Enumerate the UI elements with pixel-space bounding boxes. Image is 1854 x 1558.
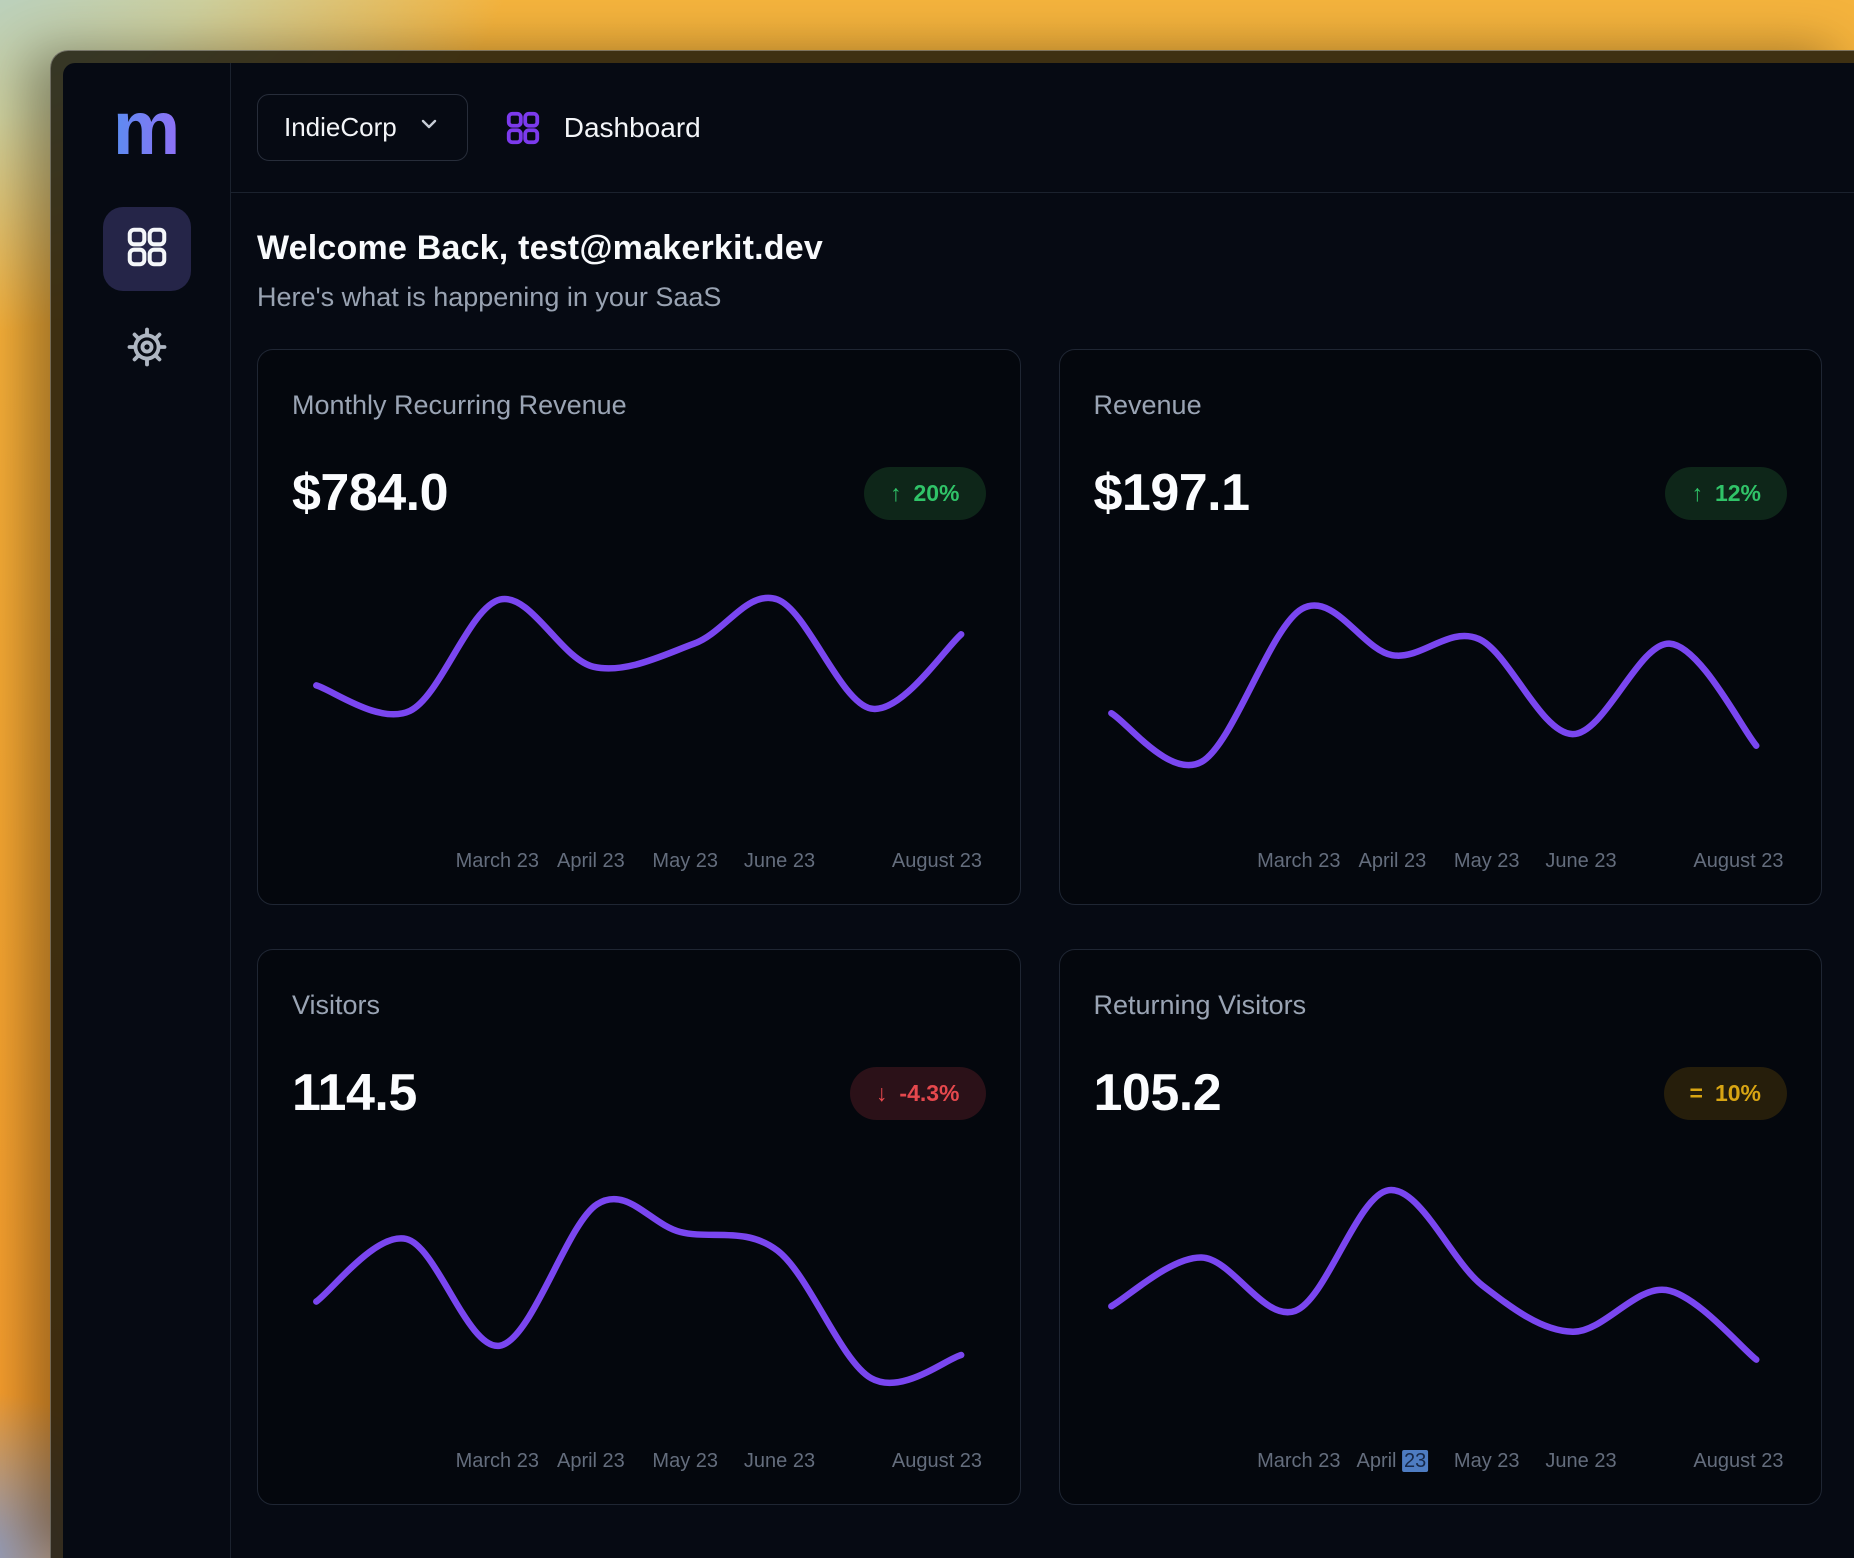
trend-badge: ↑ 12%	[1665, 467, 1787, 520]
workspace-name: IndieCorp	[284, 112, 397, 143]
value-row: $784.0 ↑ 20%	[292, 463, 986, 523]
x-axis-label: March 23	[456, 1450, 539, 1473]
selected-text: 23	[1402, 1450, 1428, 1472]
line-chart	[292, 566, 986, 814]
x-axis-label: June 23	[1545, 850, 1616, 873]
x-axis-label: April 23	[1356, 1450, 1428, 1473]
makerkit-logo: m	[113, 91, 181, 167]
trend-down-icon: ↓	[876, 1080, 888, 1107]
card-title: Monthly Recurring Revenue	[292, 390, 986, 421]
grid-icon	[124, 224, 170, 275]
x-axis-label: April 23	[557, 1450, 625, 1473]
x-axis-label: August 23	[1693, 850, 1783, 873]
welcome-subtitle: Here's what is happening in your SaaS	[257, 282, 1822, 313]
x-axis: March 23 April 23 May 23 June 23 August 23	[292, 1450, 986, 1476]
trend-flat-icon: =	[1690, 1080, 1703, 1107]
line-chart	[1094, 1166, 1788, 1414]
x-axis-label: March 23	[1257, 850, 1340, 873]
page-title: Dashboard	[564, 112, 701, 144]
trend-badge: = 10%	[1664, 1067, 1787, 1120]
card-returning-visitors: Returning Visitors 105.2 = 10% March	[1059, 949, 1823, 1505]
sidebar-item-dashboard[interactable]	[103, 207, 191, 291]
trend-percent: 10%	[1715, 1080, 1761, 1107]
stats-grid: Monthly Recurring Revenue $784.0 ↑ 20%	[257, 349, 1822, 1505]
x-axis: March 23 April 23 May 23 June 23 August 23	[1094, 850, 1788, 876]
card-title: Returning Visitors	[1094, 990, 1788, 1021]
value-row: $197.1 ↑ 12%	[1094, 463, 1788, 523]
chart-area: March 23 April 23 May 23 June 23 August 23	[292, 1123, 986, 1476]
top-header: IndieCorp	[231, 63, 1854, 193]
x-axis-label: August 23	[892, 1450, 982, 1473]
card-title: Visitors	[292, 990, 986, 1021]
gear-icon	[126, 326, 168, 373]
trend-percent: 20%	[913, 480, 959, 507]
dashboard-content: Welcome Back, test@makerkit.dev Here's w…	[231, 193, 1854, 1505]
trend-badge: ↑ 20%	[864, 467, 986, 520]
card-title: Revenue	[1094, 390, 1788, 421]
breadcrumb: Dashboard	[504, 109, 701, 147]
line-chart	[292, 1166, 986, 1414]
value-row: 114.5 ↓ -4.3%	[292, 1063, 986, 1123]
chevron-down-icon	[417, 112, 441, 143]
metric-value: 114.5	[292, 1063, 417, 1123]
x-axis-label: June 23	[1545, 1450, 1616, 1473]
x-axis-label: August 23	[892, 850, 982, 873]
value-row: 105.2 = 10%	[1094, 1063, 1788, 1123]
chart-area: March 23 April 23 May 23 June 23 August 23	[1094, 523, 1788, 876]
dashboard-grid-icon	[504, 109, 542, 147]
x-axis-label: April 23	[1358, 850, 1426, 873]
card-monthly-recurring-revenue: Monthly Recurring Revenue $784.0 ↑ 20%	[257, 349, 1021, 905]
workspace-selector-button[interactable]: IndieCorp	[257, 94, 468, 161]
desktop-wallpaper: m	[0, 0, 1854, 1558]
x-axis-label: May 23	[1454, 850, 1520, 873]
main-area: IndieCorp	[231, 63, 1854, 1558]
trend-up-icon: ↑	[890, 480, 902, 507]
x-axis-label: March 23	[456, 850, 539, 873]
x-axis: March 23 April 23 May 23 June 23 August 23	[292, 850, 986, 876]
sidebar-item-settings[interactable]	[103, 307, 191, 391]
line-chart	[1094, 566, 1788, 814]
trend-percent: -4.3%	[899, 1080, 959, 1107]
sidebar: m	[63, 63, 231, 1558]
welcome-heading: Welcome Back, test@makerkit.dev	[257, 229, 1822, 268]
metric-value: 105.2	[1094, 1063, 1222, 1123]
app-window: m	[63, 63, 1854, 1558]
app-window-frame: m	[50, 50, 1854, 1558]
x-axis-label: April 23	[557, 850, 625, 873]
x-axis-label: May 23	[652, 850, 718, 873]
card-visitors: Visitors 114.5 ↓ -4.3% March 23April	[257, 949, 1021, 1505]
x-axis-label: May 23	[652, 1450, 718, 1473]
x-axis-label: June 23	[744, 850, 815, 873]
x-axis-label: May 23	[1454, 1450, 1520, 1473]
card-revenue: Revenue $197.1 ↑ 12% March 23April 2	[1059, 349, 1823, 905]
chart-area: March 23 April 23 May 23 June 23 August 23	[292, 523, 986, 876]
x-axis-label: March 23	[1257, 1450, 1340, 1473]
x-axis-label: August 23	[1693, 1450, 1783, 1473]
trend-badge: ↓ -4.3%	[850, 1067, 986, 1120]
metric-value: $197.1	[1094, 463, 1250, 523]
metric-value: $784.0	[292, 463, 448, 523]
chart-area: March 23 April 23 May 23 June 23 August 23	[1094, 1123, 1788, 1476]
x-axis-label: June 23	[744, 1450, 815, 1473]
trend-up-icon: ↑	[1691, 480, 1703, 507]
x-axis: March 23 April 23 May 23 June 23 August 23	[1094, 1450, 1788, 1476]
trend-percent: 12%	[1715, 480, 1761, 507]
